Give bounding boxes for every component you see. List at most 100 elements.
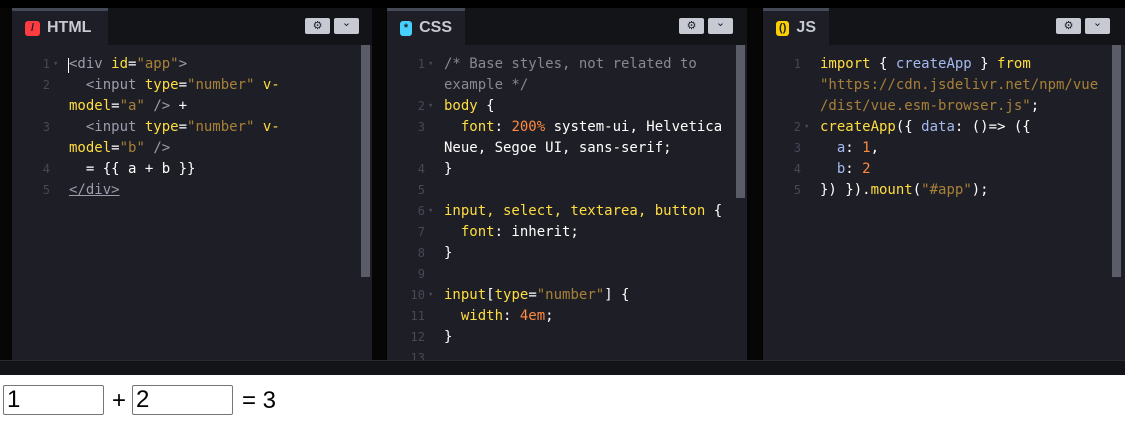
code-text: }) }).mount("#app"); <box>820 180 989 201</box>
chevron-down-icon[interactable]: ⌄ <box>1085 17 1110 34</box>
code-text: /dist/vue.esm-browser.js"; <box>820 96 1039 117</box>
code-token: </div> <box>69 182 120 198</box>
code-text: } <box>444 159 452 180</box>
fold-toggle-icon[interactable]: ▾ <box>428 96 433 117</box>
gear-icon[interactable]: ⚙ <box>305 18 330 34</box>
html-scrollbar[interactable] <box>361 45 370 277</box>
number-input-a[interactable]: 1 <box>3 385 104 415</box>
code-token: v- <box>254 77 280 93</box>
html-code-editor[interactable]: 1 ▾ <div id="app"> 2 <input type="number" v… <box>12 54 372 360</box>
code-token: 4em <box>519 308 546 324</box>
code-token: font <box>444 119 495 135</box>
number-input-b[interactable]: 2 <box>132 385 233 415</box>
code-line: example */ <box>387 75 747 96</box>
code-token: ] { <box>604 287 630 303</box>
line-number: 2 <box>793 120 801 134</box>
code-token: model <box>69 98 112 114</box>
tab-js[interactable]: () JS <box>763 8 829 45</box>
code-token: input, select, textarea, button <box>444 203 706 219</box>
fold-toggle-icon[interactable]: ▾ <box>53 54 58 75</box>
code-token: 200% <box>511 119 546 135</box>
code-token: /* Base styles, not related to <box>444 56 697 72</box>
line-number: 4 <box>42 162 50 176</box>
chevron-glyph: ⌄ <box>341 17 352 29</box>
code-token: input <box>444 287 487 303</box>
html-tab-bar: / HTML ⚙ ⌄ <box>12 8 372 45</box>
code-token: /> <box>144 140 171 156</box>
js-editor-panel: () JS ⚙ ⌄ 1 import { createApp } from "htt… <box>763 8 1125 360</box>
code-token: : <box>845 161 863 177</box>
line-number: 3 <box>417 120 425 134</box>
line-number: 5 <box>42 183 50 197</box>
code-token: mount <box>870 182 913 198</box>
fold-toggle-icon[interactable]: ▾ <box>804 117 809 138</box>
js-code-editor[interactable]: 1 import { createApp } from "https://cdn.j… <box>763 54 1125 360</box>
code-token: /> <box>144 98 171 114</box>
code-token: example */ <box>444 77 529 93</box>
code-line: 4 = {{ a + b }} <box>12 159 372 180</box>
code-token: : <box>494 119 512 135</box>
code-token: system-ui, Helvetica <box>545 119 723 135</box>
code-line: 2 ▾ createApp({ data: ()=> ({ <box>763 117 1125 138</box>
js-icon: () <box>776 20 790 36</box>
line-number: 12 <box>410 330 425 344</box>
code-token: { <box>477 98 495 114</box>
code-token: : <box>503 308 520 324</box>
code-text: <input type="number" v- <box>69 117 280 138</box>
code-token: "app" <box>136 56 179 72</box>
code-token: "number" <box>536 287 605 303</box>
code-text: = {{ a + b }} <box>69 159 196 180</box>
code-text: font: 200% system-ui, Helvetica <box>444 117 722 138</box>
code-text: model="b" /> <box>69 138 170 159</box>
editor-resize-handle[interactable] <box>0 360 1125 375</box>
code-text: </div> <box>69 180 120 201</box>
code-text: model="a" /> + <box>69 96 187 117</box>
tab-label: JS <box>796 19 816 36</box>
text-cursor <box>68 58 69 73</box>
code-token: }) }). <box>820 182 871 198</box>
tab-css[interactable]: * CSS <box>387 8 465 45</box>
code-token: "a" <box>119 98 145 114</box>
code-line: 1 ▾ <div id="app"> <box>12 54 372 75</box>
fold-toggle-icon[interactable]: ▾ <box>428 54 433 75</box>
top-bar <box>0 0 1125 8</box>
code-line: Neue, Segoe UI, sans-serif; <box>387 138 747 159</box>
fold-toggle-icon[interactable]: ▾ <box>428 201 433 222</box>
code-token: type <box>494 287 529 303</box>
line-number: 5 <box>417 183 425 197</box>
css-editor-panel: * CSS ⚙ ⌄ 1 ▾/* Base styles, not related … <box>387 8 747 360</box>
css-scrollbar[interactable] <box>736 45 745 198</box>
code-token: "number" <box>187 77 255 93</box>
code-token: ({ <box>895 119 922 135</box>
code-text: font: inherit; <box>444 222 579 243</box>
code-line: model="b" /> <box>12 138 372 159</box>
code-token: ( <box>912 182 922 198</box>
line-number: 13 <box>410 351 425 360</box>
code-token: font <box>444 224 495 240</box>
code-text: /* Base styles, not related to <box>444 54 697 75</box>
tab-html[interactable]: / HTML <box>12 8 108 45</box>
gear-icon[interactable]: ⚙ <box>679 18 704 34</box>
css-code-editor[interactable]: 1 ▾/* Base styles, not related to example … <box>387 54 747 360</box>
code-text: } <box>444 327 452 348</box>
chevron-down-icon[interactable]: ⌄ <box>334 17 359 34</box>
gear-icon[interactable]: ⚙ <box>1056 18 1081 34</box>
code-text: } <box>444 243 452 264</box>
code-line: 6 ▾ input, select, textarea, button { <box>387 201 747 222</box>
code-line: "https://cdn.jsdelivr.net/npm/vue <box>763 75 1125 96</box>
code-text: <input type="number" v- <box>69 75 280 96</box>
code-token: } <box>444 329 453 345</box>
js-scrollbar[interactable] <box>1112 45 1121 277</box>
fold-toggle-icon[interactable]: ▾ <box>428 285 433 306</box>
code-line: 5}) }).mount("#app"); <box>763 180 1125 201</box>
code-token: body <box>444 98 478 114</box>
code-line: /dist/vue.esm-browser.js"; <box>763 96 1125 117</box>
code-token: "https://cdn.jsdelivr.net/npm/vue <box>820 77 1099 93</box>
code-token: : <box>845 140 863 156</box>
line-number: 2 <box>42 78 50 92</box>
code-token: "#app" <box>921 182 972 198</box>
code-token: b <box>820 161 846 177</box>
chevron-down-icon[interactable]: ⌄ <box>708 17 733 34</box>
code-token: = {{ a + b }} <box>69 161 196 177</box>
code-text: input[type="number"] { <box>444 285 629 306</box>
